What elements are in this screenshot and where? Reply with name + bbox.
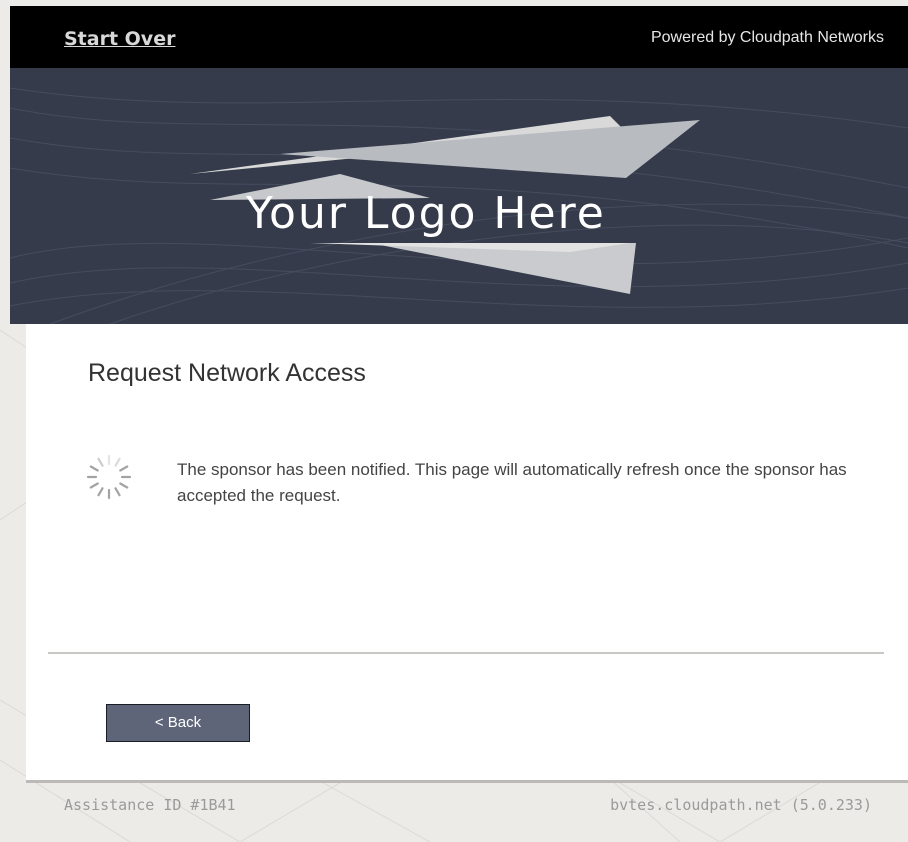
page-title: Request Network Access — [88, 359, 366, 387]
loading-spinner-icon — [86, 454, 132, 500]
server-info: bvtes.cloudpath.net (5.0.233) — [610, 796, 872, 814]
status-message: The sponsor has been notified. This page… — [177, 460, 847, 505]
assistance-id: Assistance ID #1B41 — [64, 796, 236, 814]
divider — [48, 652, 884, 654]
portal-frame: Start Over Powered by Cloudpath Networks — [10, 6, 908, 842]
back-button[interactable]: < Back — [106, 704, 250, 742]
start-over-link[interactable]: Start Over — [64, 28, 175, 50]
powered-by-text: Powered by Cloudpath Networks — [650, 29, 884, 46]
content-card: Request Network Access The sponsor has b… — [26, 324, 908, 783]
logo-banner: Your Logo Here — [10, 68, 908, 324]
logo-text: Your Logo Here — [246, 188, 606, 239]
top-bar: Start Over Powered by Cloudpath Networks — [10, 6, 908, 68]
